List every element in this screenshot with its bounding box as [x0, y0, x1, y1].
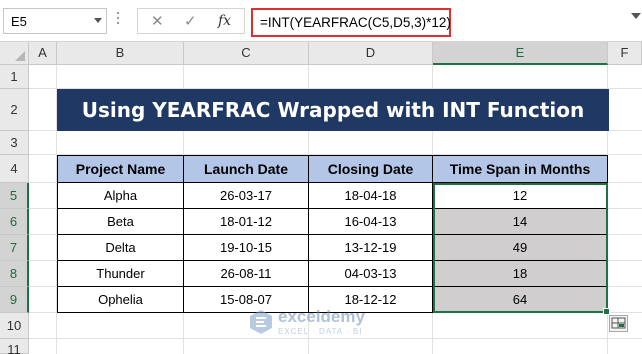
column-header-c[interactable]: C	[184, 42, 309, 65]
row-header-6[interactable]: 6	[0, 209, 29, 235]
table-header-project-name[interactable]: Project Name	[58, 156, 184, 183]
formula-bar: E5 ✕ ✓ fx =INT(YEARFRAC(C5,D5,3)*12)	[0, 0, 642, 42]
table-cell-time-span[interactable]: 14	[433, 209, 608, 235]
column-header-e[interactable]: E	[433, 42, 608, 65]
table-cell-launch[interactable]: 26-08-11	[184, 261, 309, 287]
row-header-10[interactable]: 10	[0, 313, 29, 339]
row-header-5[interactable]: 5	[0, 183, 29, 209]
name-box-value: E5	[11, 14, 27, 29]
cancel-icon[interactable]: ✕	[151, 12, 164, 30]
formula-input[interactable]: =INT(YEARFRAC(C5,D5,3)*12)	[251, 8, 451, 37]
column-header-a[interactable]: A	[29, 42, 57, 65]
fill-handle[interactable]	[603, 308, 610, 315]
table-cell-project[interactable]: Alpha	[58, 183, 184, 209]
table-header-closing-date[interactable]: Closing Date	[309, 156, 433, 183]
table-cell-closing[interactable]: 04-03-13	[309, 261, 433, 287]
column-header-d[interactable]: D	[309, 42, 433, 65]
expand-formula-bar-icon[interactable]	[631, 13, 641, 19]
name-box-dropdown-icon[interactable]	[94, 18, 102, 23]
table-cell-time-span[interactable]: 18	[433, 261, 608, 287]
table-header-launch-date[interactable]: Launch Date	[184, 156, 309, 183]
insert-function-icon[interactable]: fx	[218, 13, 231, 29]
table-cell-launch[interactable]: 18-01-12	[184, 209, 309, 235]
table-cell-project[interactable]: Ophelia	[58, 287, 184, 313]
row-header-3[interactable]: 3	[0, 131, 29, 155]
enter-icon[interactable]: ✓	[184, 12, 197, 30]
row-header-7[interactable]: 7	[0, 235, 29, 261]
watermark-tagline: EXCEL · DATA · BI	[278, 327, 363, 336]
row-header-2[interactable]: 2	[0, 89, 29, 131]
exceldemy-logo-icon	[250, 310, 272, 334]
column-header-f[interactable]: F	[608, 42, 642, 65]
formula-text: =INT(YEARFRAC(C5,D5,3)*12)	[260, 15, 451, 30]
row-header-1[interactable]: 1	[0, 65, 29, 89]
table-header-time-span[interactable]: Time Span in Months	[433, 156, 608, 183]
spreadsheet-grid[interactable]: A B C D E F 1 2 3 4 5 6 7 8 9 10 11 Usin…	[0, 42, 642, 354]
quick-analysis-button[interactable]	[609, 315, 628, 332]
table-cell-project[interactable]: Delta	[58, 235, 184, 261]
row-header-11[interactable]: 11	[0, 339, 29, 354]
table-cell-closing[interactable]: 16-04-13	[309, 209, 433, 235]
column-header-b[interactable]: B	[57, 42, 184, 65]
exceldemy-watermark: exceldemy EXCEL · DATA · BI	[246, 305, 411, 339]
name-box[interactable]: E5	[3, 8, 107, 34]
row-header-8[interactable]: 8	[0, 261, 29, 287]
select-all-icon	[15, 51, 25, 61]
watermark-name: exceldemy	[278, 307, 365, 326]
active-cell-e5[interactable]: 12	[433, 183, 608, 209]
table-cell-time-span[interactable]: 64	[433, 287, 608, 313]
table-cell-time-span[interactable]: 49	[433, 235, 608, 261]
table-cell-closing[interactable]: 18-04-18	[309, 183, 433, 209]
formula-buttons: ✕ ✓ fx	[137, 8, 245, 34]
table-cell-launch[interactable]: 26-03-17	[184, 183, 309, 209]
row-header-9[interactable]: 9	[0, 287, 29, 313]
select-all-button[interactable]	[0, 42, 29, 65]
table-cell-launch[interactable]: 19-10-15	[184, 235, 309, 261]
table-cell-project[interactable]: Thunder	[58, 261, 184, 287]
table-cell-closing[interactable]: 13-12-19	[309, 235, 433, 261]
sheet-title[interactable]: Using YEARFRAC Wrapped with INT Function	[57, 89, 609, 131]
table-cell-project[interactable]: Beta	[58, 209, 184, 235]
formula-bar-grip-icon[interactable]	[117, 12, 120, 30]
row-header-4[interactable]: 4	[0, 155, 29, 183]
quick-analysis-icon	[611, 317, 626, 329]
